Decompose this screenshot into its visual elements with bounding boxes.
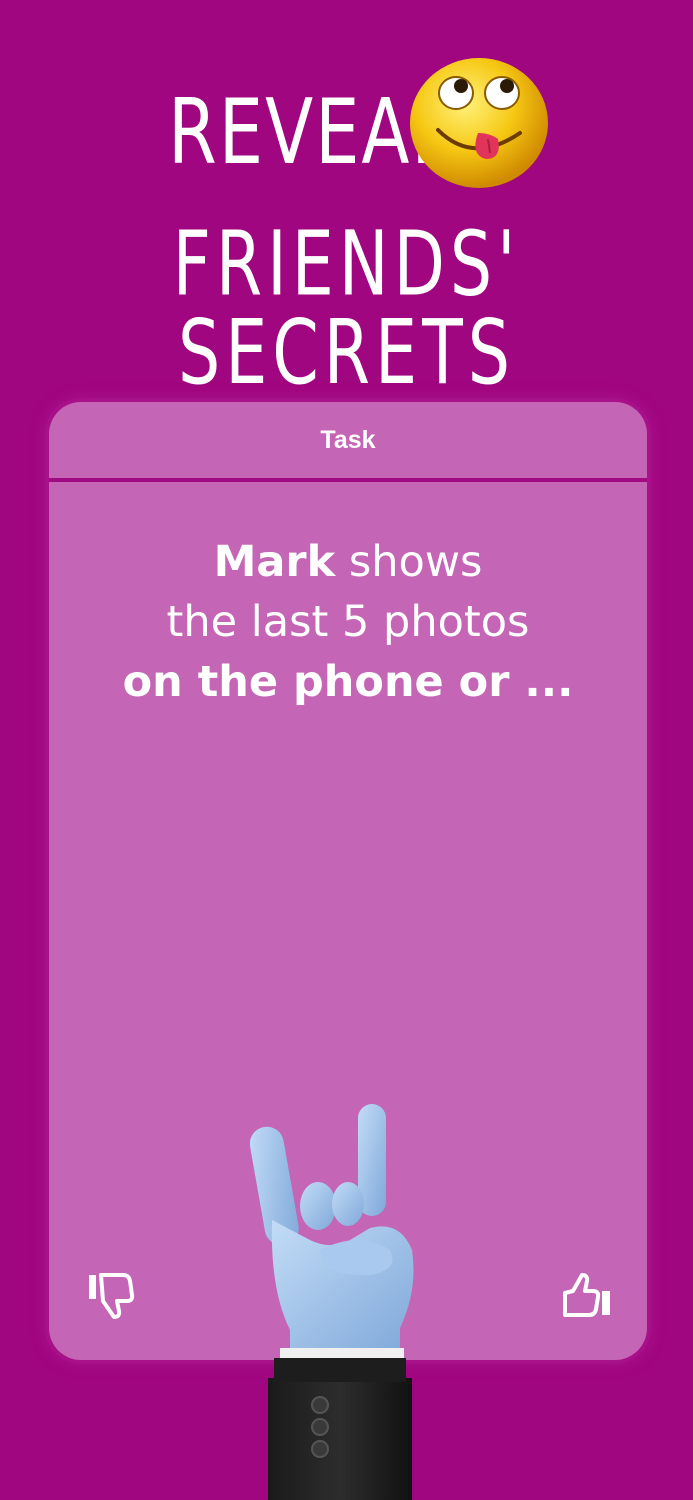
thumbs-down-icon xyxy=(89,1273,135,1319)
task-text: Mark shows the last 5 photos on the phon… xyxy=(49,532,647,712)
card-header-title: Task xyxy=(49,402,647,482)
task-line-1: Mark shows xyxy=(49,532,647,592)
task-line-1-rest: shows xyxy=(335,537,483,587)
rock-hand-illustration xyxy=(250,1104,414,1500)
dislike-button[interactable] xyxy=(81,1266,141,1326)
yum-face-emoji-icon xyxy=(410,58,548,188)
task-line-3: on the phone or ... xyxy=(122,657,574,707)
player-name: Mark xyxy=(213,537,336,587)
like-button[interactable] xyxy=(557,1266,617,1326)
headline-line-2: Friends' secrets xyxy=(172,212,521,405)
thumbs-up-icon xyxy=(563,1273,610,1317)
task-line-2: the last 5 photos xyxy=(166,597,530,647)
